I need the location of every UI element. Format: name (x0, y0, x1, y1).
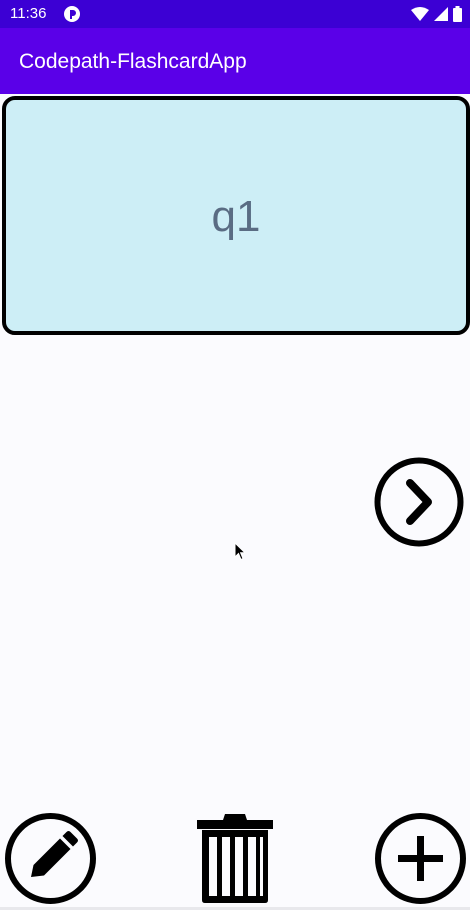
chevron-right-circle-icon (374, 457, 464, 547)
delete-card-button[interactable] (196, 812, 274, 904)
edit-card-button[interactable] (4, 812, 97, 905)
trash-icon (197, 814, 273, 903)
wifi-icon (411, 7, 429, 21)
app-bar: Codepath-FlashcardApp (0, 28, 470, 94)
status-bar: 11:36 (0, 0, 470, 28)
status-icons (411, 5, 462, 23)
next-card-button[interactable] (373, 456, 465, 548)
battery-icon (453, 6, 462, 22)
app-notification-icon (64, 6, 80, 22)
signal-icon (434, 7, 448, 21)
mouse-cursor-icon (234, 542, 247, 561)
pencil-circle-icon (5, 813, 96, 904)
add-card-button[interactable] (374, 812, 467, 905)
plus-circle-icon (375, 813, 466, 904)
flashcard-question: q1 (211, 192, 261, 241)
app-title: Codepath-FlashcardApp (19, 50, 247, 73)
status-time: 11:36 (10, 5, 47, 22)
flashcard[interactable]: q1 (2, 96, 470, 335)
